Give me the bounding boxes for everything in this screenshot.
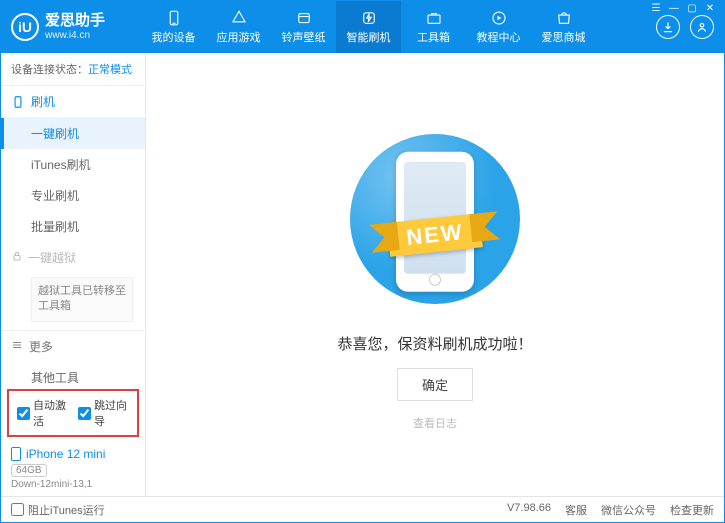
success-message: 恭喜您，保资料刷机成功啦！ (337, 333, 532, 354)
sidebar-item-itunes-flash[interactable]: iTunes刷机 (1, 149, 145, 180)
toolbox-icon (425, 9, 443, 27)
app-url: www.i4.cn (45, 30, 105, 41)
sidebar-item-onekey-flash[interactable]: 一键刷机 (1, 118, 145, 149)
apps-icon (230, 9, 248, 27)
sidebar: 设备连接状态：正常模式 刷机 一键刷机 iTunes刷机 专业刷机 批量刷机 一… (1, 53, 146, 496)
app-logo: iU 爱思助手 www.i4.cn (11, 13, 141, 41)
jailbreak-moved-note: 越狱工具已转移至 工具箱 (31, 277, 133, 322)
device-storage: 64GB (11, 464, 47, 477)
minimize-button[interactable]: — (666, 3, 682, 14)
nav-label: 智能刷机 (347, 29, 391, 45)
nav-flash[interactable]: 智能刷机 (336, 1, 401, 53)
store-icon (555, 9, 573, 27)
lock-icon (11, 250, 23, 265)
ok-button[interactable]: 确定 (397, 368, 473, 401)
nav-label: 我的设备 (152, 29, 196, 45)
nav-toolbox[interactable]: 工具箱 (401, 1, 466, 53)
user-button[interactable] (690, 15, 714, 39)
device-name: iPhone 12 mini (11, 447, 135, 461)
app-name: 爱思助手 (45, 13, 105, 30)
nav-my-device[interactable]: 我的设备 (141, 1, 206, 53)
nav-ringtone[interactable]: 铃声壁纸 (271, 1, 336, 53)
nav-tutorial[interactable]: 教程中心 (466, 1, 531, 53)
phone-icon (165, 9, 183, 27)
sidebar-cat-more[interactable]: 更多 (1, 330, 145, 362)
success-illustration: NEW (335, 119, 535, 319)
connection-status: 设备连接状态：正常模式 (1, 53, 145, 86)
check-update-link[interactable]: 检查更新 (670, 502, 714, 518)
customer-service-link[interactable]: 客服 (565, 502, 587, 518)
menu-icon (11, 339, 23, 354)
phone-outline-icon (11, 95, 25, 109)
titlebar: iU 爱思助手 www.i4.cn 我的设备 应用游戏 铃声壁纸 智能刷机 (1, 1, 724, 53)
tutorial-icon (490, 9, 508, 27)
nav-label: 铃声壁纸 (282, 29, 326, 45)
flash-options-box: 自动激活 跳过向导 (7, 389, 139, 437)
close-button[interactable]: ✕ (702, 3, 718, 14)
download-button[interactable] (656, 15, 680, 39)
nav-apps[interactable]: 应用游戏 (206, 1, 271, 53)
device-model: Down-12mini-13,1 (11, 479, 135, 490)
nav-label: 爱思商城 (542, 29, 586, 45)
maximize-button[interactable]: ▢ (684, 3, 700, 14)
sidebar-item-other-tools[interactable]: 其他工具 (1, 362, 145, 385)
nav-label: 工具箱 (417, 29, 450, 45)
skip-guide-checkbox[interactable]: 跳过向导 (78, 397, 129, 429)
main-content: NEW 恭喜您，保资料刷机成功啦！ 确定 查看日志 (146, 53, 724, 496)
device-info[interactable]: iPhone 12 mini 64GB Down-12mini-13,1 (1, 441, 145, 496)
sidebar-item-batch-flash[interactable]: 批量刷机 (1, 211, 145, 242)
view-log-link[interactable]: 查看日志 (413, 415, 457, 431)
footer: 阻止iTunes运行 V7.98.66 客服 微信公众号 检查更新 (1, 496, 724, 522)
flash-icon (360, 9, 378, 27)
main-nav: 我的设备 应用游戏 铃声壁纸 智能刷机 工具箱 教程中心 (141, 1, 656, 53)
nav-label: 应用游戏 (217, 29, 261, 45)
block-itunes-checkbox[interactable]: 阻止iTunes运行 (11, 502, 105, 518)
settings-icon[interactable]: ☰ (648, 3, 664, 14)
nav-label: 教程中心 (477, 29, 521, 45)
nav-store[interactable]: 爱思商城 (531, 1, 596, 53)
ringtone-icon (295, 9, 313, 27)
logo-icon: iU (11, 13, 39, 41)
wechat-link[interactable]: 微信公众号 (601, 502, 656, 518)
sidebar-cat-jailbreak: 一键越狱 (1, 242, 145, 273)
sidebar-cat-flash[interactable]: 刷机 (1, 86, 145, 118)
window-controls: ☰ — ▢ ✕ (648, 3, 718, 14)
sidebar-item-pro-flash[interactable]: 专业刷机 (1, 180, 145, 211)
auto-activate-checkbox[interactable]: 自动激活 (17, 397, 68, 429)
version-label: V7.98.66 (507, 502, 551, 518)
